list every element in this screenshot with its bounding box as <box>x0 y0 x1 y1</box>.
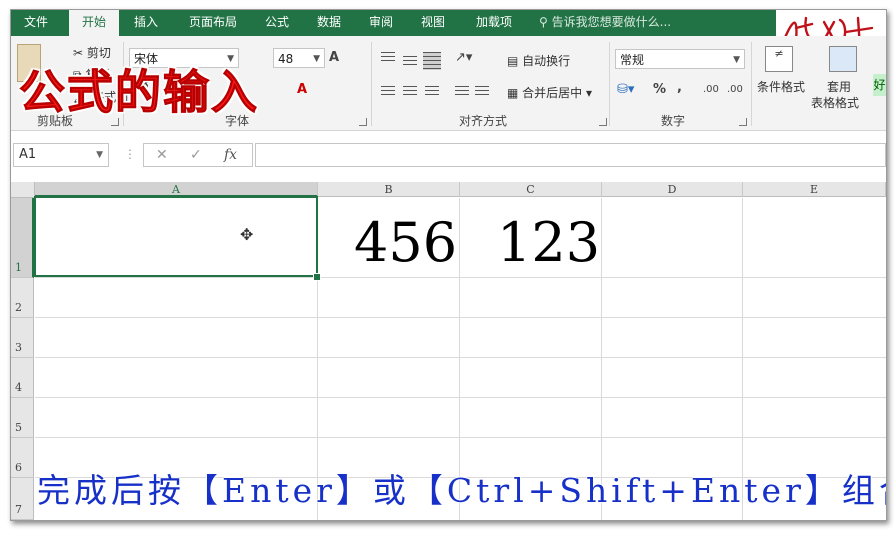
decrease-decimal-button[interactable]: .00 <box>727 84 743 95</box>
font-size-select[interactable]: 48 ▼ <box>273 48 325 68</box>
orientation-icon[interactable]: ↗▾ <box>455 50 472 65</box>
excel-window: 文件 开始 插入 页面布局 公式 数据 审阅 视图 加载项 ⚲ 告诉我您想要做什… <box>10 9 887 521</box>
column-header-c[interactable]: C <box>460 182 602 197</box>
tab-home[interactable]: 开始 <box>69 10 119 36</box>
format-as-table-button[interactable]: 套用 <box>827 78 851 95</box>
tab-review[interactable]: 审阅 <box>359 10 403 36</box>
cut-button[interactable]: ✂ 剪切 <box>73 44 111 61</box>
tab-page-layout[interactable]: 页面布局 <box>177 10 249 36</box>
row-header-6[interactable]: 6 <box>11 438 34 478</box>
tab-view[interactable]: 视图 <box>411 10 455 36</box>
cell-b1[interactable]: 456 <box>354 216 457 270</box>
align-top-icon[interactable] <box>381 52 395 64</box>
lightbulb-icon: ⚲ <box>539 15 548 29</box>
increase-font-button[interactable]: A <box>329 50 339 65</box>
fill-handle[interactable] <box>313 273 321 281</box>
align-left-icon[interactable] <box>381 86 395 98</box>
conditional-format-button[interactable]: 条件格式 <box>757 78 805 95</box>
merge-center-button[interactable]: ▦ 合并后居中 ▾ <box>507 84 592 101</box>
cell-c1[interactable]: 123 <box>497 216 600 270</box>
tell-me-search[interactable]: ⚲ 告诉我您想要做什么... <box>539 10 671 36</box>
overlay-title: 公式的输入 <box>19 65 259 119</box>
column-header-d[interactable]: D <box>602 182 743 197</box>
clipboard-launcher-icon[interactable] <box>111 118 119 126</box>
format-as-table-icon[interactable] <box>829 46 857 72</box>
comma-button[interactable]: , <box>677 80 682 95</box>
increase-decimal-button[interactable]: .00 <box>703 84 719 95</box>
align-middle-icon[interactable] <box>403 56 417 68</box>
formula-bar-buttons: ✕ ✓ fx <box>143 143 253 167</box>
cell-style-good[interactable]: 好 <box>873 74 886 96</box>
column-header-b[interactable]: B <box>318 182 460 197</box>
name-box[interactable]: A1 ▼ <box>13 143 109 167</box>
number-group-label: 数字 <box>661 114 686 128</box>
align-right-icon[interactable] <box>425 86 439 98</box>
tab-file[interactable]: 文件 <box>11 10 61 36</box>
align-bottom-icon[interactable] <box>423 52 441 70</box>
percent-button[interactable]: % <box>653 82 666 97</box>
column-header-e[interactable]: E <box>743 182 886 197</box>
select-all-corner[interactable] <box>11 182 35 198</box>
enter-icon[interactable]: ✓ <box>190 147 202 163</box>
row-header-2[interactable]: 2 <box>11 278 34 318</box>
cell-cursor-icon: ✥ <box>240 225 254 244</box>
gridline <box>35 277 886 278</box>
divider <box>609 42 610 126</box>
tab-insert[interactable]: 插入 <box>123 10 169 36</box>
tab-data[interactable]: 数据 <box>307 10 351 36</box>
cell-a1-selection[interactable] <box>34 196 318 277</box>
row-header-1[interactable]: 1 <box>11 198 34 278</box>
number-format-select[interactable]: 常规 ▼ <box>615 49 745 69</box>
decrease-indent-icon[interactable] <box>455 86 469 98</box>
cancel-icon[interactable]: ✕ <box>156 147 168 163</box>
currency-icon[interactable]: ⛁▾ <box>617 82 634 97</box>
row-header-3[interactable]: 3 <box>11 318 34 358</box>
caption-subtitle: 完成后按【Enter】或【Ctrl+Shift+Enter】组合键 <box>37 471 887 510</box>
formula-bar-grip-icon: ⋮ <box>124 147 136 161</box>
column-header-a[interactable]: A <box>35 182 318 197</box>
increase-indent-icon[interactable] <box>475 86 489 98</box>
format-as-table-label: 表格格式 <box>811 96 860 110</box>
tab-addins[interactable]: 加载项 <box>463 10 525 36</box>
gridline <box>35 357 886 358</box>
font-launcher-icon[interactable] <box>359 118 367 126</box>
insert-function-icon[interactable]: fx <box>224 147 237 163</box>
gridline <box>35 317 886 318</box>
divider <box>371 42 372 126</box>
alignment-launcher-icon[interactable] <box>599 118 607 126</box>
alignment-group-label: 对齐方式 <box>459 114 508 128</box>
tab-formulas[interactable]: 公式 <box>255 10 299 36</box>
row-header-7[interactable]: 7 <box>11 478 34 520</box>
gridline <box>35 397 886 398</box>
align-center-icon[interactable] <box>403 86 417 98</box>
divider <box>751 42 752 126</box>
ribbon-home: ✂ 剪切 ⧉ 复制 🖌 格式刷 剪贴板 宋体 ▼ 48 ▼ A B A 字体 ↗▾ … <box>11 36 886 131</box>
wrap-text-button[interactable]: ▤ 自动换行 <box>507 52 570 69</box>
conditional-format-icon[interactable]: ≠ <box>765 46 793 72</box>
row-header-5[interactable]: 5 <box>11 398 34 438</box>
formula-input[interactable] <box>255 143 886 167</box>
number-launcher-icon[interactable] <box>739 118 747 126</box>
font-color-button[interactable]: A <box>297 82 307 97</box>
gridline <box>35 437 886 438</box>
ribbon-tab-bar: 文件 开始 插入 页面布局 公式 数据 审阅 视图 加载项 ⚲ 告诉我您想要做什… <box>11 10 886 36</box>
row-header-4[interactable]: 4 <box>11 358 34 398</box>
